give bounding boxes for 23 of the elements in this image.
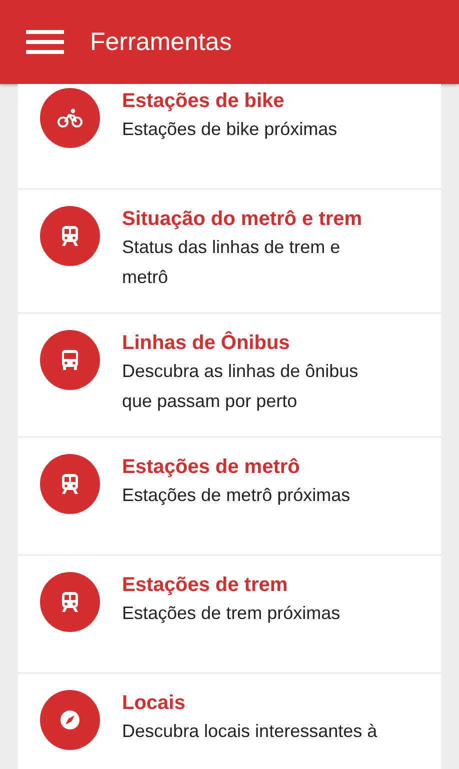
tool-card[interactable]: Locais Descubra locais interessantes à: [18, 674, 441, 769]
tool-card[interactable]: Estações de bike Estações de bike próximas: [18, 84, 441, 188]
menu-icon: [26, 30, 64, 54]
tool-title: Estações de trem: [122, 573, 288, 598]
tool-title: Linhas de Ônibus: [122, 330, 290, 356]
tool-card[interactable]: Estações de trem Estações de trem próximas: [18, 556, 441, 672]
app-bar-title: Ferramentas: [90, 28, 232, 56]
tool-card[interactable]: Linhas de Ônibus Descubra as linhas de ônibus que passam por perto: [18, 314, 441, 436]
tool-title: Estações de metrô: [122, 455, 300, 480]
tool-description: Estações de trem próximas: [122, 602, 340, 625]
tool-description: Descubra as linhas de ônibus: [122, 360, 358, 383]
tool-description: Descubra locais interessantes à: [122, 720, 378, 743]
tool-card[interactable]: Situação do metrô e trem Status das linhas de trem e metrô: [18, 190, 441, 312]
tool-description: Estações de metrô próximas: [122, 484, 350, 507]
tool-description: Estações de bike próximas: [122, 118, 338, 141]
tool-description: Status das linhas de trem e: [122, 236, 340, 259]
tool-description: que passam por perto: [122, 390, 298, 413]
menu-button[interactable]: [26, 30, 64, 54]
tool-card[interactable]: Estações de metrô Estações de metrô próximas: [18, 438, 441, 554]
tool-title: Locais: [122, 691, 186, 716]
tool-description: metrô: [122, 266, 168, 289]
tool-title: Situação do metrô e trem: [122, 207, 362, 232]
tool-title: Estações de bike: [122, 89, 284, 114]
